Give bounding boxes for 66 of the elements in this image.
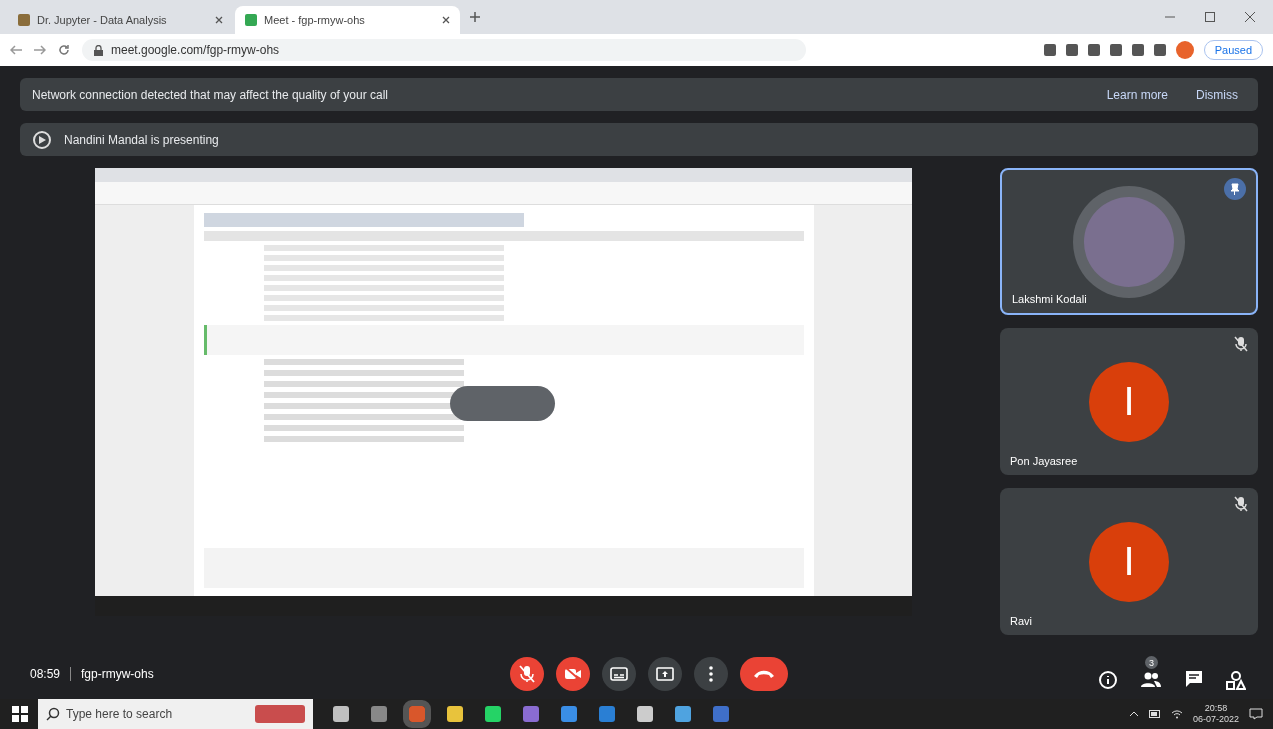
extension-icon[interactable]	[1065, 44, 1078, 56]
notice-action-button[interactable]: Dismiss	[1188, 83, 1246, 106]
taskbar-search-field[interactable]: Type here to search	[38, 699, 313, 729]
present-icon	[656, 667, 674, 681]
phone-icon	[753, 669, 775, 679]
notice-text: Network connection detected that may affect the quality of your call	[32, 87, 388, 102]
extension-icon[interactable]	[1043, 44, 1056, 56]
address-field[interactable]: meet.google.com/fgp-rmyw-ohs	[82, 39, 806, 61]
profile-button[interactable]: Paused	[1203, 40, 1263, 60]
camera-icon	[564, 667, 582, 681]
extension-icon[interactable]	[1087, 44, 1100, 56]
search-highlight-drawing	[255, 705, 305, 723]
windows-start-icon[interactable]	[12, 706, 28, 722]
avatar-initial: I	[1089, 361, 1169, 442]
battery-icon[interactable]	[1148, 710, 1161, 718]
extension-icon[interactable]	[1109, 44, 1122, 56]
camera-button[interactable]	[556, 657, 590, 691]
participant-tile[interactable]: I Ravi	[1000, 488, 1258, 635]
taskbar-time: 20:58	[1204, 703, 1228, 714]
back-icon[interactable]	[10, 45, 22, 55]
notice-text: Nandini Mandal is presenting	[64, 132, 219, 147]
new-tab-icon[interactable]	[470, 12, 480, 22]
profile-avatar[interactable]	[1175, 41, 1194, 59]
address-text: meet.google.com/fgp-rmyw-ohs	[111, 43, 280, 57]
participant-tile[interactable]: Lakshmi Kodali	[1000, 168, 1258, 315]
info-icon	[1098, 670, 1118, 690]
notice-action-button[interactable]: Learn more	[1098, 83, 1176, 106]
avatar-initial: I	[1089, 521, 1169, 602]
count-badge: 3	[1145, 656, 1158, 669]
people-button[interactable]: 3	[1138, 656, 1164, 692]
chat-icon	[1184, 670, 1204, 688]
close-icon[interactable]	[442, 16, 450, 24]
people-icon	[1140, 670, 1162, 688]
extension-icon[interactable]	[1131, 44, 1144, 56]
notifications-icon[interactable]	[1249, 708, 1263, 720]
mic-icon	[519, 665, 535, 683]
microphone-button[interactable]	[510, 657, 544, 691]
captions-icon	[610, 667, 628, 681]
search-input[interactable]: Type here to search	[66, 707, 216, 721]
participant-name: Lakshmi Kodali	[1012, 293, 1087, 305]
presenting-icon	[32, 129, 52, 150]
taskbar-date: 06-07-2022	[1192, 714, 1239, 725]
wifi-icon[interactable]	[1170, 709, 1183, 719]
browser-tab[interactable]: Dr. Jupyter - Data Analysis	[8, 6, 233, 34]
pin-icon[interactable]	[1224, 178, 1246, 200]
participant-name: Pon Jayasree	[1010, 455, 1078, 467]
participant-tile[interactable]: I Pon Jayasree	[1000, 328, 1258, 475]
extension-icon[interactable]	[1153, 44, 1166, 56]
end-call-button[interactable]	[740, 657, 788, 691]
shapes-icon	[1226, 670, 1246, 690]
close-icon[interactable]	[1245, 12, 1255, 22]
reload-icon[interactable]	[58, 44, 70, 56]
maximize-icon[interactable]	[1205, 12, 1215, 22]
search-icon	[46, 707, 60, 721]
more-icon	[709, 666, 713, 682]
forward-icon[interactable]	[34, 45, 46, 55]
close-icon[interactable]	[215, 16, 223, 24]
lock-icon	[94, 44, 103, 56]
more-options-button[interactable]	[694, 657, 728, 691]
participant-name: Ravi	[1010, 615, 1032, 627]
meeting-time: 08:59	[30, 667, 61, 681]
browser-tab[interactable]: Meet - fgp-rmyw-ohs	[235, 6, 460, 34]
present-button[interactable]	[648, 657, 682, 691]
captions-button[interactable]	[602, 657, 636, 691]
chevron-up-icon[interactable]	[1128, 711, 1139, 717]
meeting-code: fgp-rmyw-ohs	[81, 667, 154, 681]
